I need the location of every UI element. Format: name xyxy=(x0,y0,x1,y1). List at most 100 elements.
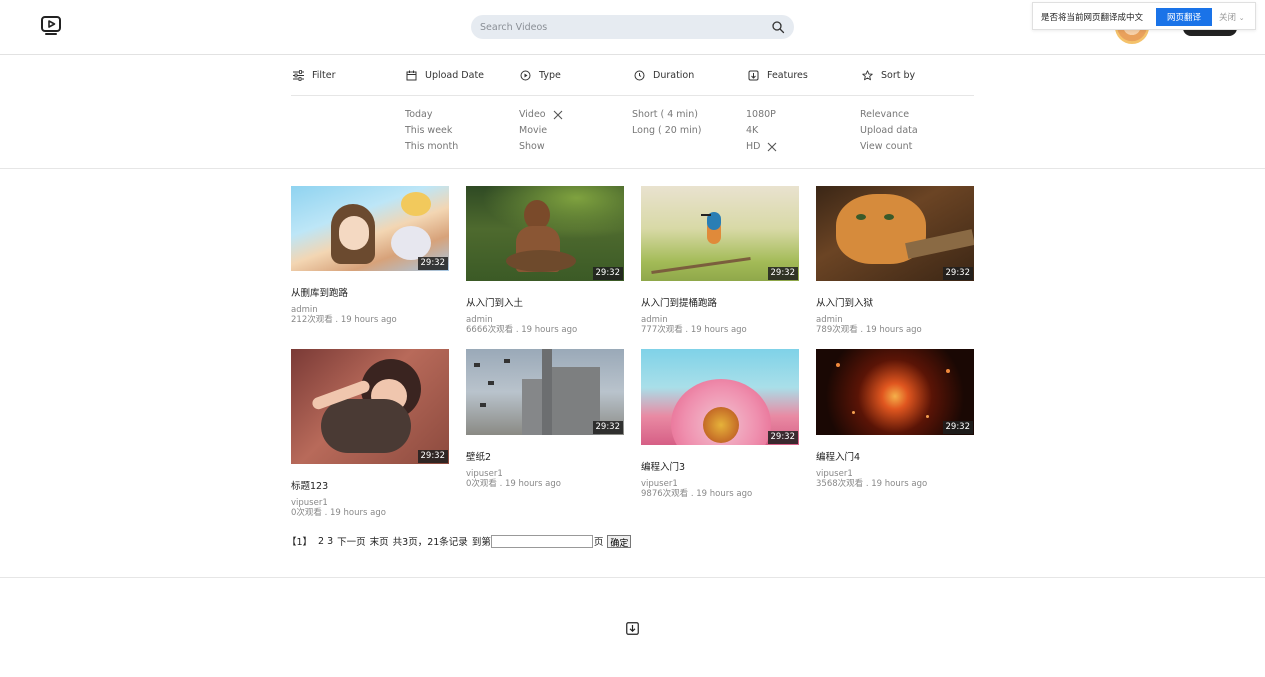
video-thumbnail[interactable]: 29:32 xyxy=(816,349,974,435)
divider xyxy=(291,95,974,96)
option-1080p[interactable]: 1080P xyxy=(746,109,776,121)
video-meta: 0次观看 . 19 hours ago xyxy=(466,479,561,489)
duration-badge: 29:32 xyxy=(417,257,448,270)
download-icon[interactable] xyxy=(626,622,639,635)
option-today[interactable]: Today xyxy=(405,109,432,121)
video-author[interactable]: admin xyxy=(291,305,449,315)
video-author[interactable]: vipuser1 xyxy=(291,498,449,508)
video-author[interactable]: admin xyxy=(641,315,799,325)
video-author[interactable]: admin xyxy=(466,315,624,325)
filter-header-upload-date[interactable]: Upload Date xyxy=(406,68,484,82)
filter-header-label: Type xyxy=(539,69,561,81)
duration-badge: 29:32 xyxy=(417,450,448,463)
video-title[interactable]: 标题123 xyxy=(291,478,449,492)
translate-close-label: 关闭 xyxy=(1219,13,1237,23)
filter-toggle[interactable]: Filter xyxy=(293,68,336,82)
pagination: 【1】 2 3 下一页 末页 共3页，21条记录 到第 页 确定 xyxy=(287,534,632,549)
option-this-week[interactable]: This week xyxy=(405,125,452,137)
video-card[interactable]: 29:32 编程入门4 vipuser1 3568次观看 . 19 hours … xyxy=(816,349,974,490)
option-view-count[interactable]: View count xyxy=(860,141,912,153)
video-title[interactable]: 编程入门4 xyxy=(816,449,974,463)
option-movie[interactable]: Movie xyxy=(519,125,547,137)
video-meta: 3568次观看 . 19 hours ago xyxy=(816,479,928,489)
option-hd[interactable]: HD xyxy=(746,141,760,153)
video-thumbnail[interactable]: 29:32 xyxy=(816,186,974,281)
page-link-2[interactable]: 2 xyxy=(318,536,324,547)
video-card[interactable]: 29:32 标题123 vipuser1 0次观看 . 19 hours ago xyxy=(291,349,449,519)
video-meta: 212次观看 . 19 hours ago xyxy=(291,315,397,325)
duration-badge: 29:32 xyxy=(942,267,973,280)
video-card[interactable]: 29:32 从入门到入狱 admin 789次观看 . 19 hours ago xyxy=(816,186,974,336)
video-thumbnail[interactable]: 29:32 xyxy=(466,186,624,281)
page-number-input[interactable] xyxy=(490,534,593,548)
play-circle-icon xyxy=(520,70,531,80)
filter-header-label: Features xyxy=(767,69,808,81)
logo-play-icon[interactable] xyxy=(40,14,62,36)
star-icon xyxy=(862,69,873,80)
filter-header-label: Upload Date xyxy=(425,69,485,81)
filter-header-label: Sort by xyxy=(881,69,916,81)
option-4k[interactable]: 4K xyxy=(746,125,758,137)
video-meta: 9876次观看 . 19 hours ago xyxy=(641,489,753,499)
translate-close-button[interactable]: 关闭 ⌄ xyxy=(1219,11,1245,23)
video-title[interactable]: 从入门到提桶跑路 xyxy=(641,295,799,309)
video-meta: 6666次观看 . 19 hours ago xyxy=(466,325,578,335)
video-thumbnail[interactable]: 29:32 xyxy=(641,349,799,445)
video-title[interactable]: 壁纸2 xyxy=(466,449,624,463)
video-title[interactable]: 从删库到跑路 xyxy=(291,285,449,299)
page-summary: 共3页，21条记录 xyxy=(392,537,468,548)
option-upload-data[interactable]: Upload data xyxy=(860,125,918,137)
video-title[interactable]: 编程入门3 xyxy=(641,459,799,473)
translate-prompt: 是否将当前网页翻译成中文 xyxy=(1041,13,1144,23)
goto-confirm-button[interactable]: 确定 xyxy=(607,534,632,549)
video-card[interactable]: 29:32 壁纸2 vipuser1 0次观看 . 19 hours ago xyxy=(466,349,624,490)
option-relevance[interactable]: Relevance xyxy=(860,109,909,121)
duration-badge: 29:32 xyxy=(767,431,798,444)
video-card[interactable]: 29:32 从入门到入土 admin 6666次观看 . 19 hours ag… xyxy=(466,186,624,336)
search-icon[interactable] xyxy=(771,20,785,34)
video-thumbnail[interactable]: 29:32 xyxy=(466,349,624,435)
filter-header-label: Duration xyxy=(653,69,695,81)
page-current: 【1】 xyxy=(287,537,313,548)
video-card[interactable]: 29:32 从入门到提桶跑路 admin 777次观看 . 19 hours a… xyxy=(641,186,799,336)
video-meta: 789次观看 . 19 hours ago xyxy=(816,325,922,335)
page-link-3[interactable]: 3 xyxy=(327,536,333,547)
filter-header-duration[interactable]: Duration xyxy=(634,68,694,82)
video-meta: 777次观看 . 19 hours ago xyxy=(641,325,747,335)
translate-button[interactable]: 网页翻译 xyxy=(1156,8,1212,26)
duration-badge: 29:32 xyxy=(767,267,798,280)
video-thumbnail[interactable]: 29:32 xyxy=(641,186,799,281)
last-page-link[interactable]: 末页 xyxy=(370,534,389,548)
video-author[interactable]: vipuser1 xyxy=(466,469,624,479)
page-unit-label: 页 xyxy=(593,537,604,548)
filter-header-features[interactable]: Features xyxy=(748,68,808,82)
duration-badge: 29:32 xyxy=(942,421,973,434)
search-input[interactable] xyxy=(480,19,760,35)
video-thumbnail[interactable]: 29:32 xyxy=(291,186,449,271)
option-video[interactable]: Video xyxy=(519,109,546,121)
video-thumbnail[interactable]: 29:32 xyxy=(291,349,449,464)
calendar-icon xyxy=(406,70,417,80)
option-long[interactable]: Long ( 20 min) xyxy=(632,125,701,137)
translate-bar: 是否将当前网页翻译成中文 网页翻译 关闭 ⌄ xyxy=(1032,2,1256,30)
clock-icon xyxy=(634,70,645,80)
video-author[interactable]: vipuser1 xyxy=(641,479,799,489)
close-icon[interactable] xyxy=(767,142,777,152)
video-title[interactable]: 从入门到入狱 xyxy=(816,295,974,309)
video-author[interactable]: admin xyxy=(816,315,974,325)
feature-box-icon xyxy=(748,70,759,80)
video-title[interactable]: 从入门到入土 xyxy=(466,295,624,309)
option-this-month[interactable]: This month xyxy=(405,141,458,153)
video-card[interactable]: 29:32 从删库到跑路 admin 212次观看 . 19 hours ago xyxy=(291,186,449,326)
close-icon[interactable] xyxy=(553,110,563,120)
option-short[interactable]: Short ( 4 min) xyxy=(632,109,698,121)
next-page-link[interactable]: 下一页 xyxy=(337,534,366,548)
goto-label: 到第 xyxy=(471,537,491,548)
video-card[interactable]: 29:32 编程入门3 vipuser1 9876次观看 . 19 hours … xyxy=(641,349,799,500)
video-author[interactable]: vipuser1 xyxy=(816,469,974,479)
duration-badge: 29:32 xyxy=(592,421,623,434)
filter-header-type[interactable]: Type xyxy=(520,68,561,82)
filter-header-sort-by[interactable]: Sort by xyxy=(862,68,915,82)
option-show[interactable]: Show xyxy=(519,141,545,153)
sliders-icon xyxy=(293,69,304,81)
